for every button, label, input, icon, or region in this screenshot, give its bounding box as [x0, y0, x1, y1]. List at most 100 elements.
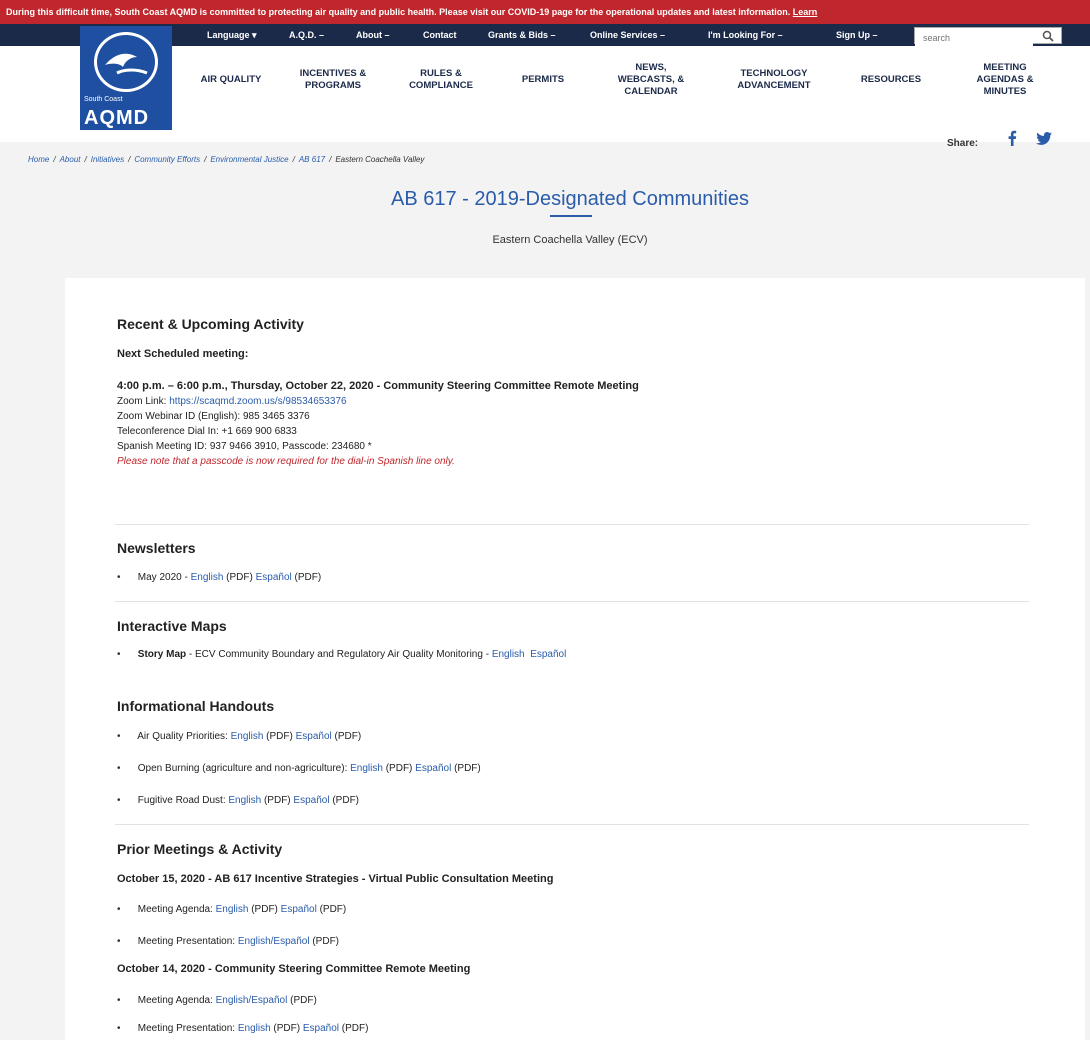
newsletter-english-link[interactable]: English: [191, 572, 224, 583]
page-subtitle: Eastern Coachella Valley (ECV): [492, 234, 648, 246]
breadcrumb-initiatives[interactable]: Initiatives: [91, 155, 124, 164]
language-menu[interactable]: Language ▾: [207, 24, 257, 46]
next-meeting-label: Next Scheduled meeting:: [117, 348, 249, 360]
meeting-title-oct15: October 15, 2020 - AB 617 Incentive Stra…: [117, 873, 554, 885]
share-label: Share:: [947, 138, 979, 149]
pdf-label: (PDF): [339, 1023, 369, 1034]
pdf-label: (PDF): [451, 763, 481, 774]
nav-news-line1: NEWS,: [635, 62, 667, 73]
story-map-desc: - ECV Community Boundary and Regulatory …: [186, 649, 492, 660]
nav-rules[interactable]: RULES & COMPLIANCE: [398, 68, 484, 92]
meeting-english-link[interactable]: English: [216, 904, 249, 915]
handout-espanol-link[interactable]: Español: [296, 731, 332, 742]
pdf-label: (PDF): [263, 731, 296, 742]
nav-resources[interactable]: RESOURCES: [846, 74, 936, 86]
covid-alert-bar: During this difficult time, South Coast …: [0, 0, 1090, 24]
story-map-english-link[interactable]: English: [492, 649, 525, 660]
handout-item: Air Quality Priorities: English (PDF) Es…: [117, 731, 361, 742]
meeting-english-link[interactable]: English: [238, 1023, 271, 1034]
search-input[interactable]: [915, 30, 1033, 46]
nav-rules-line2: COMPLIANCE: [409, 80, 473, 91]
title-underline: [550, 215, 592, 217]
meeting-bilingual-link[interactable]: English/Español: [238, 936, 310, 947]
meeting-espanol-link[interactable]: Español: [281, 904, 317, 915]
alert-learn-link[interactable]: Learn: [793, 7, 818, 17]
breadcrumb-current: Eastern Coachella Valley: [335, 155, 425, 164]
meeting-item-label: Meeting Presentation:: [137, 936, 238, 947]
handout-label: Open Burning (agriculture and non-agricu…: [137, 763, 351, 774]
passcode-note: Please note that a passcode is now requi…: [117, 456, 455, 467]
handout-english-link[interactable]: English: [350, 763, 383, 774]
nav-technology[interactable]: TECHNOLOGY ADVANCEMENT: [718, 68, 830, 92]
handout-espanol-link[interactable]: Español: [415, 763, 451, 774]
online-services-menu[interactable]: Online Services –: [590, 24, 665, 46]
meeting-bilingual-link[interactable]: English/Español: [216, 995, 288, 1006]
nav-rules-line1: RULES &: [420, 68, 462, 79]
pdf-label: (PDF): [223, 572, 256, 583]
zoom-link-label: Zoom Link:: [117, 396, 167, 407]
search-button[interactable]: [1037, 28, 1059, 43]
breadcrumb-home[interactable]: Home: [28, 155, 49, 164]
pdf-label: (PDF): [316, 904, 347, 915]
pdf-label: (PDF): [270, 1023, 303, 1034]
interactive-maps-heading: Interactive Maps: [117, 618, 227, 634]
breadcrumb-sep: /: [53, 155, 56, 164]
aqmd-logo[interactable]: South Coast AQMD: [80, 26, 172, 130]
zoom-link[interactable]: https://scaqmd.zoom.us/s/98534653376: [169, 396, 346, 407]
breadcrumb-environmental-justice[interactable]: Environmental Justice: [210, 155, 288, 164]
content-panel: Recent & Upcoming Activity Next Schedule…: [65, 278, 1085, 1040]
pdf-label: (PDF): [261, 795, 294, 806]
contact-link[interactable]: Contact: [423, 24, 457, 46]
meeting-item-label: Meeting Agenda:: [137, 995, 216, 1006]
pdf-label: (PDF): [248, 904, 281, 915]
sign-up-menu[interactable]: Sign Up –: [836, 24, 878, 46]
handout-english-link[interactable]: English: [231, 731, 264, 742]
facebook-icon[interactable]: [1006, 130, 1018, 151]
breadcrumb-sep: /: [128, 155, 131, 164]
zoom-webinar-id: Zoom Webinar ID (English): 985 3465 3376: [117, 411, 310, 422]
aqd-menu[interactable]: A.Q.D. –: [289, 24, 324, 46]
meeting-title-oct14: October 14, 2020 - Community Steering Co…: [117, 963, 471, 975]
story-map-item: Story Map - ECV Community Boundary and R…: [117, 649, 567, 660]
prior-meetings-heading: Prior Meetings & Activity: [117, 841, 283, 857]
breadcrumb: Home / About / Initiatives / Community Efforts…: [28, 155, 424, 164]
logo-line2: AQMD: [84, 107, 150, 129]
alert-text: During this difficult time, South Coast …: [6, 7, 791, 17]
handout-english-link[interactable]: English: [228, 795, 261, 806]
handouts-heading: Informational Handouts: [117, 698, 275, 714]
grants-bids-menu[interactable]: Grants & Bids –: [488, 24, 556, 46]
handout-item: Fugitive Road Dust: English (PDF) Españo…: [117, 795, 359, 806]
nav-air-quality[interactable]: AIR QUALITY: [188, 74, 274, 86]
twitter-icon[interactable]: [1036, 132, 1052, 150]
spanish-meeting-id: Spanish Meeting ID: 937 9466 3910, Passc…: [117, 441, 372, 452]
breadcrumb-community-efforts[interactable]: Community Efforts: [134, 155, 200, 164]
nav-incentives[interactable]: INCENTIVES & PROGRAMS: [290, 68, 376, 92]
looking-for-menu[interactable]: I'm Looking For –: [708, 24, 783, 46]
zoom-link-row: Zoom Link: https://scaqmd.zoom.us/s/9853…: [117, 396, 347, 407]
pdf-label: (PDF): [382, 763, 416, 774]
about-menu[interactable]: About –: [356, 24, 390, 46]
nav-permits[interactable]: PERMITS: [507, 74, 579, 86]
nav-news-line2: WEBCASTS, &: [617, 74, 685, 85]
story-map-espanol-link[interactable]: Español: [530, 649, 566, 660]
nav-news[interactable]: NEWS, WEBCASTS, & CALENDAR: [602, 62, 700, 98]
meeting-item: Meeting Presentation: English (PDF) Espa…: [117, 1023, 369, 1034]
nav-meeting-agendas[interactable]: MEETING AGENDAS & MINUTES: [955, 62, 1055, 98]
meeting-item-label: Meeting Presentation:: [137, 1023, 238, 1034]
breadcrumb-about[interactable]: About: [60, 155, 81, 164]
newsletter-espanol-link[interactable]: Español: [256, 572, 292, 583]
bird-icon: [105, 53, 148, 75]
site-header: Language ▾ A.Q.D. – About – Contact Gran…: [0, 24, 1090, 142]
meeting-item: Meeting Agenda: English (PDF) Español (P…: [117, 904, 346, 915]
meeting-espanol-link[interactable]: Español: [303, 1023, 339, 1034]
pdf-label: (PDF): [331, 731, 362, 742]
newsletter-item: May 2020 - English (PDF) Español (PDF): [117, 572, 321, 583]
breadcrumb-ab617[interactable]: AB 617: [299, 155, 325, 164]
handout-label: Fugitive Road Dust:: [137, 795, 229, 806]
handout-espanol-link[interactable]: Español: [293, 795, 329, 806]
logo-line1: South Coast: [84, 96, 123, 103]
nav-incentives-line2: PROGRAMS: [305, 80, 361, 91]
divider: [115, 601, 1029, 602]
divider: [115, 824, 1029, 825]
teleconference-dial-in: Teleconference Dial In: +1 669 900 6833: [117, 426, 297, 437]
